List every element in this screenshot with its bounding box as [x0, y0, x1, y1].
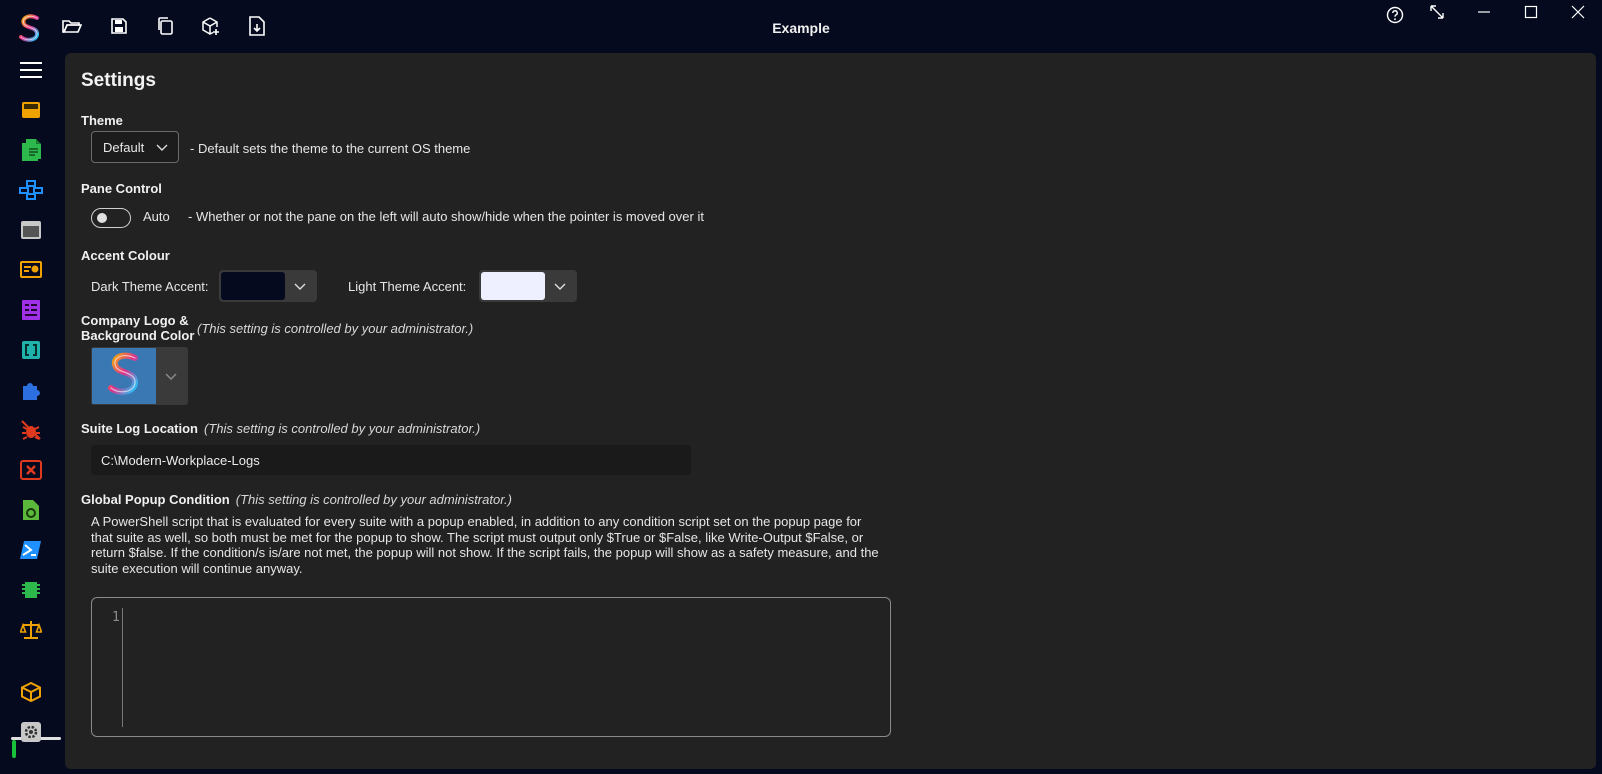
sidebar-item-window[interactable] [17, 218, 45, 246]
company-logo-label-line2: Background Color [81, 328, 195, 343]
light-accent-picker[interactable] [479, 270, 577, 302]
theme-select-value: Default [103, 139, 145, 155]
maximize-icon [1524, 5, 1538, 24]
sidebar-item-package[interactable] [17, 680, 45, 708]
gutter-divider [122, 608, 123, 727]
chip-icon [20, 579, 42, 606]
sidebar-item-error-window[interactable] [17, 458, 45, 486]
package-icon [20, 681, 42, 708]
puzzle-icon [20, 379, 42, 406]
pane-auto-toggle[interactable] [91, 208, 131, 228]
sidebar-item-settings[interactable] [17, 720, 45, 748]
theme-label: Theme [81, 113, 123, 128]
company-logo-label: Company Logo & Background Color [81, 313, 194, 343]
chevron-down-icon [553, 279, 567, 297]
popup-condition-label: Global Popup Condition (This setting is c… [81, 492, 512, 507]
documents-icon [20, 138, 42, 167]
popup-condition-label-text: Global Popup Condition [81, 492, 230, 507]
sidebar-item-powershell[interactable] [17, 538, 45, 566]
window-icon [20, 220, 42, 245]
active-indicator [12, 740, 16, 758]
popup-condition-script-editor[interactable]: 1 [91, 597, 891, 737]
resize-button[interactable] [1422, 2, 1452, 26]
help-button[interactable] [1380, 5, 1410, 29]
powershell-icon [20, 540, 42, 565]
dark-accent-picker[interactable] [219, 270, 317, 302]
toggle-knob [97, 213, 107, 223]
inbox-icon [21, 100, 41, 125]
minimize-icon [1477, 5, 1491, 24]
certificate-icon [20, 260, 42, 285]
company-logo-icon [106, 351, 142, 402]
pane-auto-toggle-label: Auto [143, 209, 170, 224]
brackets-icon [21, 340, 41, 365]
sidebar-item-chip[interactable] [17, 578, 45, 606]
sidebar [0, 54, 64, 774]
sidebar-item-scales[interactable] [17, 618, 45, 646]
hamburger-menu-icon [19, 61, 43, 84]
company-logo-picker [91, 347, 188, 405]
popup-condition-admin-note: (This setting is controlled by your admi… [235, 492, 512, 507]
scales-icon [19, 619, 43, 646]
error-window-icon [20, 459, 42, 485]
chevron-down-icon [155, 141, 169, 156]
light-accent-swatch [481, 272, 545, 300]
title-bar: Example [0, 0, 1602, 54]
sidebar-item-inbox[interactable] [17, 98, 45, 126]
sidebar-item-form[interactable] [17, 298, 45, 326]
chevron-down-icon [293, 279, 307, 297]
resize-icon [1429, 4, 1445, 25]
settings-panel: Settings Theme Default - Default sets th… [65, 53, 1596, 769]
pane-control-description: - Whether or not the pane on the left wi… [188, 209, 704, 224]
line-number: 1 [112, 610, 120, 625]
accent-colour-label: Accent Colour [81, 248, 170, 263]
sidebar-item-bug-off[interactable] [17, 418, 45, 446]
bug-off-icon [20, 419, 42, 446]
company-logo-label-line1: Company Logo & [81, 313, 189, 328]
sidebar-menu-toggle[interactable] [17, 58, 45, 86]
company-logo-preview [92, 348, 156, 404]
sidebar-item-brackets[interactable] [17, 338, 45, 366]
network-icon [19, 179, 43, 205]
chevron-down-icon [164, 369, 178, 387]
dark-accent-label: Dark Theme Accent: [91, 279, 209, 294]
sidebar-item-network[interactable] [17, 178, 45, 206]
pane-control-label: Pane Control [81, 181, 162, 196]
settings-icon [20, 721, 42, 748]
popup-condition-description: A PowerShell script that is evaluated fo… [91, 514, 879, 576]
log-location-field[interactable]: C:\Modern-Workplace-Logs [91, 445, 691, 475]
minimize-button[interactable] [1469, 2, 1499, 26]
theme-select[interactable]: Default [91, 131, 179, 163]
help-icon [1386, 6, 1404, 29]
dark-accent-swatch [221, 272, 285, 300]
script-file-icon [21, 499, 41, 526]
close-icon [1571, 5, 1585, 24]
sidebar-item-script-file[interactable] [17, 498, 45, 526]
sidebar-item-documents[interactable] [17, 138, 45, 166]
log-location-label-text: Suite Log Location [81, 421, 198, 436]
company-logo-admin-note: (This setting is controlled by your admi… [197, 321, 474, 336]
log-location-admin-note: (This setting is controlled by your admi… [204, 421, 481, 436]
close-button[interactable] [1563, 2, 1593, 26]
theme-description: - Default sets the theme to the current … [190, 141, 471, 156]
form-icon [21, 299, 41, 326]
log-location-label: Suite Log Location (This setting is contr… [81, 421, 480, 436]
maximize-button[interactable] [1516, 2, 1546, 26]
light-accent-label: Light Theme Accent: [348, 279, 467, 294]
sidebar-item-puzzle[interactable] [17, 378, 45, 406]
page-title: Settings [81, 70, 156, 91]
sidebar-item-certificate[interactable] [17, 258, 45, 286]
window-title: Example [772, 20, 830, 36]
